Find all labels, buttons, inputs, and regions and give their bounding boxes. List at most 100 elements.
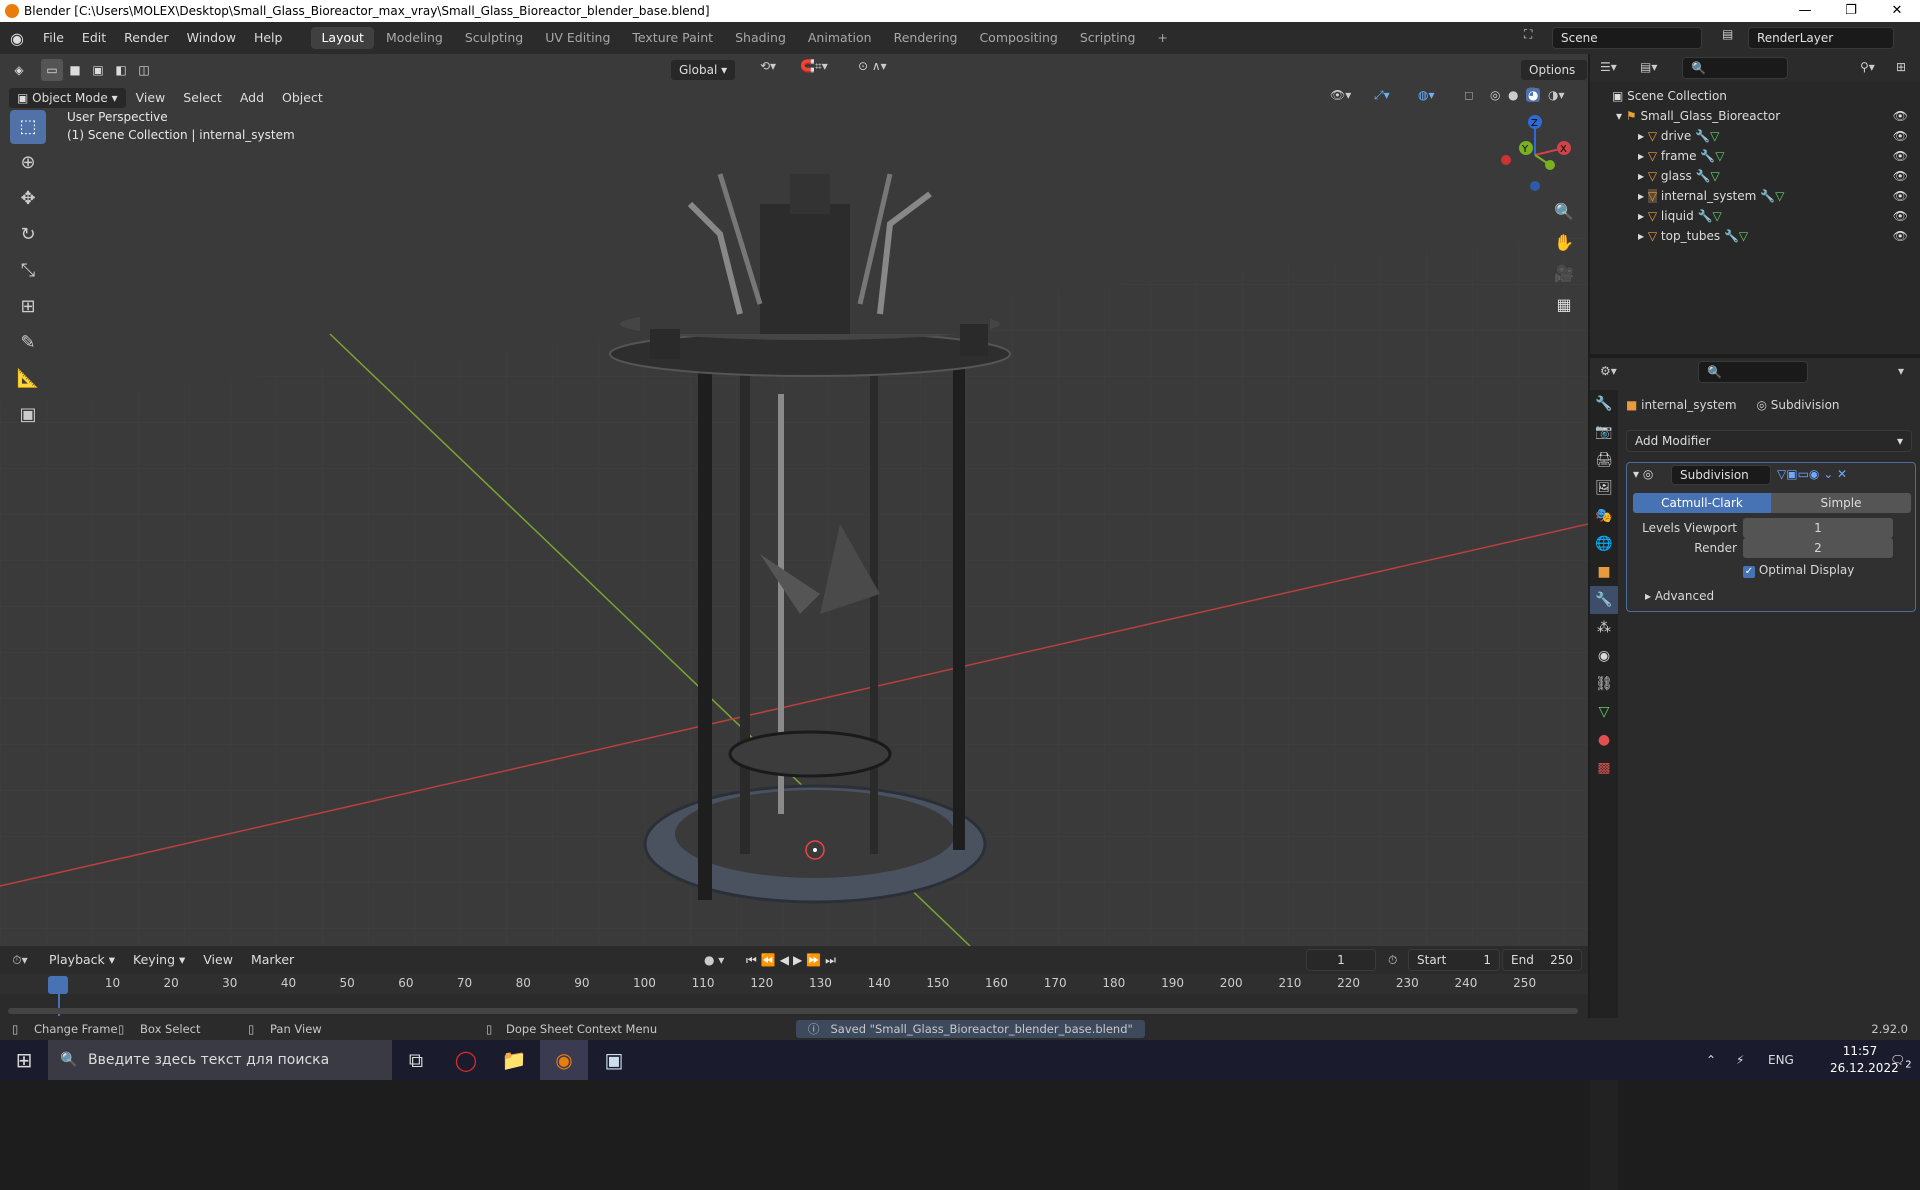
outliner-item[interactable]: ▸ ▽ frame 🔧▽ 👁	[1590, 146, 1920, 166]
scene-tab-icon[interactable]: 🎭	[1590, 502, 1618, 530]
properties-options-icon[interactable]: ▾	[1898, 364, 1904, 378]
physics-tab-icon[interactable]: ◉	[1590, 642, 1618, 670]
mode-dropdown[interactable]: ▣ Object Mode ▾	[8, 87, 127, 109]
viewport-menu-add[interactable]: Add	[231, 82, 273, 114]
overlay-toggle-icon[interactable]: ◍▾	[1418, 88, 1435, 102]
select-mode-extend-icon[interactable]: ▣	[87, 59, 109, 81]
tab-uv-editing[interactable]: UV Editing	[535, 27, 620, 49]
add-modifier-dropdown[interactable]: Add Modifier ▾	[1626, 430, 1912, 452]
proportional-edit-icon[interactable]: ⊙ ∧▾	[858, 59, 887, 73]
rotate-tool-icon[interactable]: ↻	[10, 218, 46, 252]
windows-start-icon[interactable]: ⊞	[0, 1040, 48, 1080]
properties-editor-icon[interactable]: ⚙▾	[1600, 364, 1617, 378]
minimize-button[interactable]: —	[1782, 0, 1828, 22]
taskbar-search-input[interactable]: 🔍 Введите здесь текст для поиска	[48, 1040, 392, 1080]
solid-shading-icon[interactable]: ●	[1508, 88, 1518, 102]
snap-icon[interactable]: 🧲⌗▾	[800, 59, 828, 74]
select-mode-invert-icon[interactable]: ◫	[133, 59, 155, 81]
menu-file[interactable]: File	[34, 22, 73, 54]
tab-compositing[interactable]: Compositing	[969, 27, 1067, 49]
outliner-scene-collection[interactable]: ▣ Scene Collection	[1590, 86, 1920, 106]
timeline-menu-marker[interactable]: Marker	[242, 944, 303, 976]
menu-render[interactable]: Render	[115, 22, 178, 54]
ortho-grid-icon[interactable]: ▦	[1552, 289, 1576, 320]
add-cube-tool-icon[interactable]: ▣	[10, 398, 46, 432]
data-tab-icon[interactable]: ▽	[1590, 698, 1618, 726]
visibility-icon[interactable]: 👁▾	[1330, 88, 1351, 102]
maximize-button[interactable]: ❐	[1828, 0, 1874, 22]
eye-icon[interactable]: 👁	[1893, 226, 1908, 246]
modifier-toggles-icon[interactable]: ▽▣▭◉ ⌄ ✕	[1777, 467, 1847, 481]
pivot-icon[interactable]: ⟲▾	[760, 59, 776, 73]
outliner-search-input[interactable]: 🔍	[1682, 57, 1788, 79]
viewport-menu-object[interactable]: Object	[273, 82, 332, 114]
optimal-display-checkbox[interactable]: ✓ Optimal Display	[1743, 563, 1854, 578]
tab-shading[interactable]: Shading	[725, 27, 796, 49]
blender-menu-icon[interactable]: ◉	[0, 29, 34, 48]
eye-icon[interactable]: 👁	[1893, 106, 1908, 126]
current-frame-field[interactable]: 1	[1306, 949, 1376, 971]
record-icon[interactable]: ● ▾	[704, 953, 724, 967]
network-icon[interactable]: ⚡	[1736, 1040, 1744, 1080]
rendered-shading-icon[interactable]: ◑▾	[1548, 88, 1565, 102]
file-explorer-icon[interactable]: 📁	[490, 1040, 538, 1080]
tray-chevron-icon[interactable]: ⌃	[1706, 1040, 1716, 1080]
scale-tool-icon[interactable]: ⤡	[10, 254, 46, 288]
timeline-menu-keying[interactable]: Keying ▾	[124, 944, 194, 976]
wireframe-shading-icon[interactable]: ◎	[1490, 88, 1500, 102]
simple-button[interactable]: Simple	[1771, 493, 1911, 513]
outliner-item[interactable]: ▸ ▽ liquid 🔧▽ 👁	[1590, 206, 1920, 226]
tab-sculpting[interactable]: Sculpting	[455, 27, 533, 49]
add-workspace-button[interactable]: +	[1147, 27, 1177, 49]
menu-edit[interactable]: Edit	[73, 22, 115, 54]
render-levels-field[interactable]: 2	[1743, 538, 1893, 558]
3d-viewport[interactable]: ◈ ▭ ■ ▣ ◧ ◫ Global ▾ ⟲▾ 🧲⌗▾ ⊙ ∧▾ Options…	[0, 54, 1588, 946]
timeline-area[interactable]: 1102030405060708090100110120130140150160…	[0, 974, 1588, 1018]
viewport-menu-select[interactable]: Select	[174, 82, 231, 114]
blender-taskbar-icon[interactable]: ◉	[540, 1040, 588, 1080]
outliner-editor-icon[interactable]: ☰▾	[1600, 60, 1617, 74]
tab-layout[interactable]: Layout	[311, 27, 374, 49]
pan-hand-icon[interactable]: ✋	[1552, 227, 1576, 258]
texture-tab-icon[interactable]: ▩	[1590, 754, 1618, 782]
modifier-tab-icon[interactable]: 🔧	[1590, 586, 1618, 614]
tab-scripting[interactable]: Scripting	[1070, 27, 1146, 49]
select-tool-icon[interactable]: ⬚	[10, 110, 46, 144]
timeline-editor-icon[interactable]: ⏱▾	[0, 953, 40, 968]
editor-type-icon[interactable]: ◈	[8, 59, 30, 81]
zoom-icon[interactable]: 🔍	[1552, 196, 1576, 227]
menu-help[interactable]: Help	[245, 22, 292, 54]
gizmo-toggle-icon[interactable]: ⤢▾	[1374, 88, 1390, 103]
select-box-icon[interactable]: ▭	[41, 59, 63, 81]
clock[interactable]: 11:57 26.12.2022	[1830, 1043, 1899, 1077]
tool-tab-icon[interactable]: 🔧	[1590, 390, 1618, 418]
playback-controls-icon[interactable]: ⏮⏪◀▶⏩⏭	[746, 953, 840, 968]
notification-icon[interactable]: 🗨2	[1890, 1040, 1912, 1085]
outliner-item[interactable]: ▸ ▽ top_tubes 🔧▽ 👁	[1590, 226, 1920, 246]
orientation-dropdown[interactable]: Global ▾	[670, 59, 737, 81]
select-mode-new-icon[interactable]: ■	[64, 59, 86, 81]
playhead[interactable]	[48, 976, 68, 994]
menu-window[interactable]: Window	[178, 22, 245, 54]
cursor-tool-icon[interactable]: ⊕	[10, 146, 46, 180]
timeline-menu-playback[interactable]: Playback ▾	[40, 944, 124, 976]
outliner-item[interactable]: ▸ ▽ glass 🔧▽ 👁	[1590, 166, 1920, 186]
world-tab-icon[interactable]: 🌐	[1590, 530, 1618, 558]
options-dropdown[interactable]: Options ▾	[1520, 59, 1588, 97]
material-shading-icon[interactable]: ◕	[1526, 88, 1541, 102]
tab-animation[interactable]: Animation	[798, 27, 882, 49]
render-layer-field[interactable]: RenderLayer	[1748, 27, 1894, 49]
eye-icon[interactable]: 👁	[1893, 126, 1908, 146]
material-tab-icon[interactable]: ●	[1590, 726, 1618, 754]
output-tab-icon[interactable]: 🖨	[1590, 446, 1618, 474]
select-mode-subtract-icon[interactable]: ◧	[110, 59, 132, 81]
object-tab-icon[interactable]: ■	[1590, 558, 1618, 586]
outliner-collection[interactable]: ▾ ⚑ Small_Glass_Bioreactor 👁	[1590, 106, 1920, 126]
eye-icon[interactable]: 👁	[1893, 146, 1908, 166]
constraints-tab-icon[interactable]: ⛓	[1590, 670, 1618, 698]
modifier-name-field[interactable]: Subdivision	[1671, 465, 1771, 485]
view-layer-tab-icon[interactable]: 🖼	[1590, 474, 1618, 502]
navigation-gizmo[interactable]: Z X Y	[1490, 110, 1580, 200]
opera-icon[interactable]: ◯	[442, 1040, 490, 1080]
start-frame-field[interactable]: Start 1	[1408, 949, 1500, 971]
